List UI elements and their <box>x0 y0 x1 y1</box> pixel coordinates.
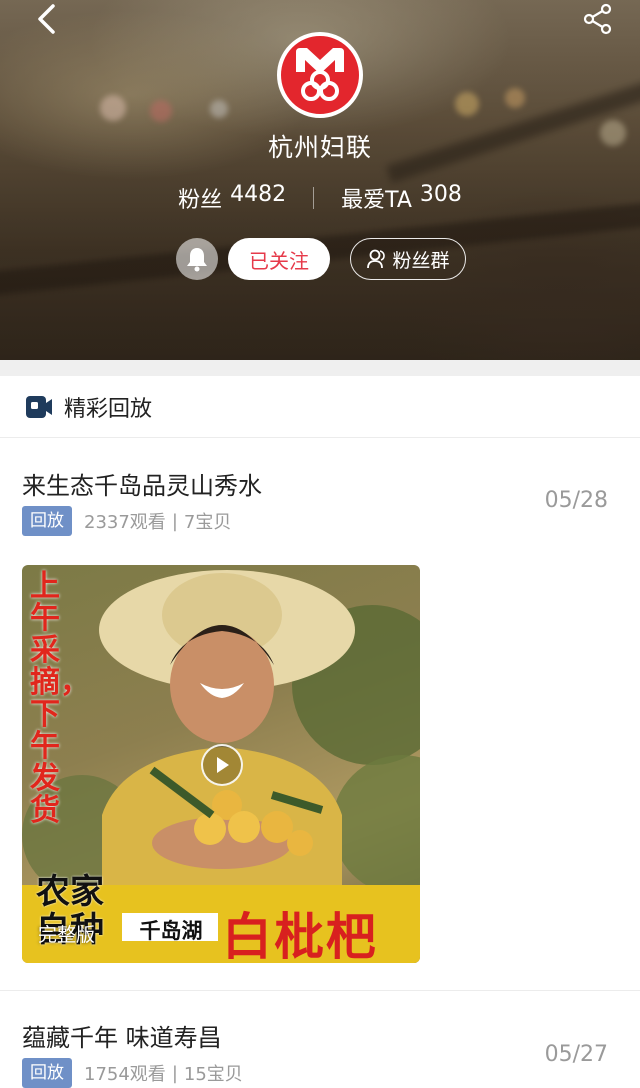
item-divider <box>0 990 640 991</box>
replay-item-date: 05/27 <box>544 1042 608 1067</box>
section-title: 精彩回放 <box>64 396 153 422</box>
favorite-stat[interactable]: 最爱TA 308 <box>341 182 462 214</box>
account-stats: 粉丝 4482 最爱TA 308 <box>0 182 640 214</box>
fans-label: 粉丝 <box>178 188 223 213</box>
thumbnail-vertical-slogan: 上午采摘，下午发货 <box>30 569 90 828</box>
account-avatar[interactable] <box>277 32 363 118</box>
play-button[interactable] <box>201 744 243 786</box>
profile-actions: 已关注 粉丝群 <box>0 238 640 280</box>
favorite-count: 308 <box>419 182 462 207</box>
back-button[interactable] <box>28 0 64 38</box>
thumbnail-product: 白枇杷 <box>222 908 378 963</box>
goods-count: 7宝贝 <box>183 512 232 533</box>
womens-federation-emblem-icon <box>296 48 344 101</box>
meta-separator: | <box>171 1062 178 1084</box>
fans-count: 4482 <box>230 182 287 207</box>
view-count: 2337观看 <box>84 512 166 533</box>
fans-group-label: 粉丝群 <box>392 249 450 272</box>
bell-icon <box>187 248 207 272</box>
replay-badge: 回放 <box>22 1058 72 1088</box>
share-button[interactable] <box>578 0 618 38</box>
replay-badge: 回放 <box>22 506 72 536</box>
back-arrow-icon <box>38 4 55 34</box>
fans-group-button[interactable]: 粉丝群 <box>350 238 466 280</box>
share-icon <box>583 3 612 35</box>
meta-separator: | <box>171 510 178 532</box>
replay-item-title[interactable]: 蕴藏千年 味道寿昌 <box>22 1018 222 1053</box>
favorite-label: 最爱TA <box>341 188 412 213</box>
goods-count: 15宝贝 <box>183 1064 243 1085</box>
replay-item-meta: 回放 1754观看 | 15宝贝 <box>22 1058 243 1088</box>
follow-button[interactable]: 已关注 <box>228 238 330 280</box>
group-icon <box>367 249 386 269</box>
thumbnail-brand: 千岛湖 <box>139 919 203 943</box>
replay-item-date: 05/28 <box>544 488 608 513</box>
full-version-label: 完整版 <box>38 924 96 946</box>
notify-button[interactable] <box>176 238 218 280</box>
account-name: 杭州妇联 <box>267 133 372 162</box>
view-count: 1754观看 <box>84 1064 166 1085</box>
replay-item-meta: 回放 2337观看 | 7宝贝 <box>22 506 231 536</box>
play-icon <box>217 757 229 773</box>
video-camera-icon <box>26 395 52 418</box>
stats-divider <box>313 187 315 209</box>
replay-item-title[interactable]: 来生态千岛品灵山秀水 <box>22 466 262 501</box>
fans-stat[interactable]: 粉丝 4482 <box>178 182 286 214</box>
replay-section-header: 精彩回放 <box>0 376 640 438</box>
section-gap <box>0 360 640 376</box>
